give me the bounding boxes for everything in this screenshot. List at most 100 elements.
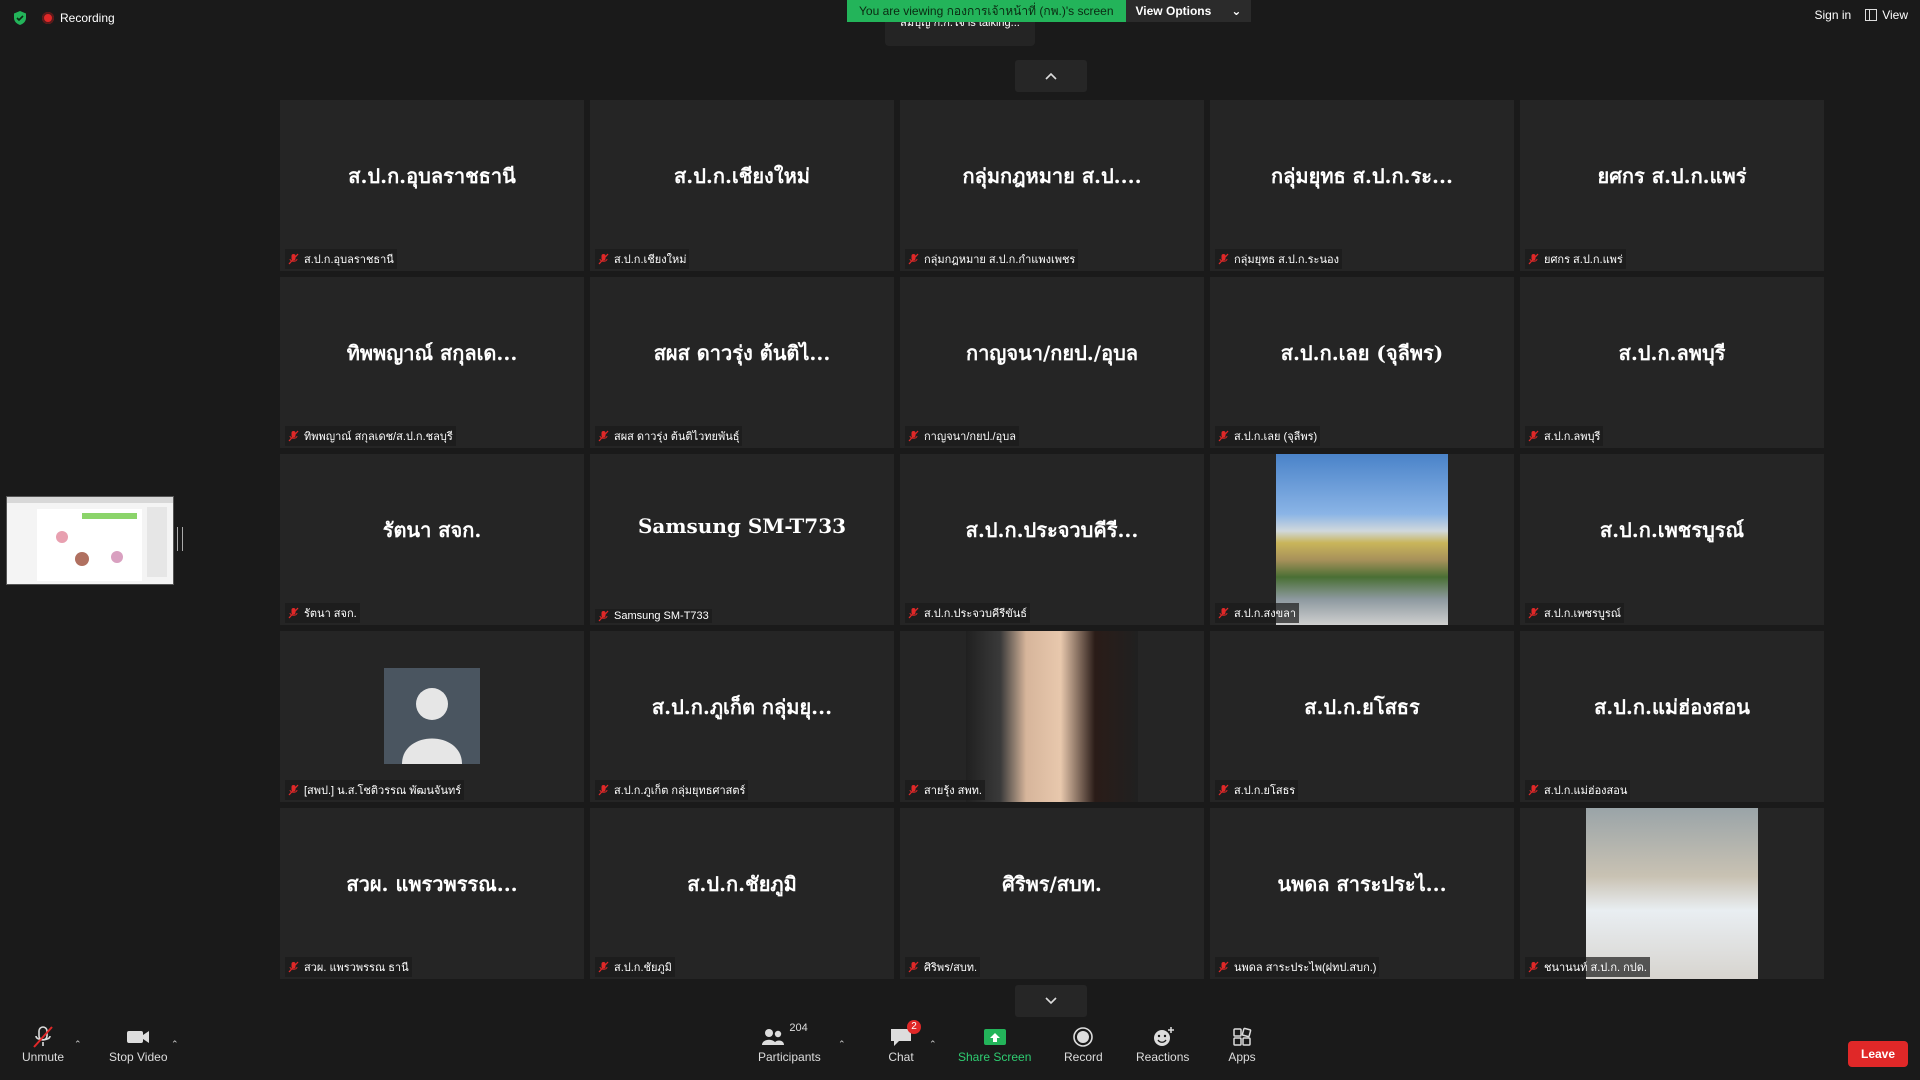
shared-screen-thumbnail[interactable]: [6, 496, 174, 585]
participant-name-label: [สพป.] น.ส.โชติวรรณ พัฒนจันทร์: [304, 785, 462, 797]
mic-muted-icon: [908, 253, 919, 265]
view-options-button[interactable]: View Options ⌄: [1125, 0, 1252, 22]
participant-name-label: ส.ป.ก.เพชรบูรณ์: [1544, 608, 1622, 620]
participant-video-feed: [966, 631, 1138, 802]
participant-name-tag: ส.ป.ก.ชัยภูมิ: [595, 957, 675, 977]
participant-tile[interactable]: Samsung SM-T733 Samsung SM-T733: [590, 454, 894, 625]
participants-caret-icon[interactable]: ⌃: [838, 1039, 846, 1050]
participant-tile[interactable]: ศิริพร/สบท. ศิริพร/สบท.: [900, 808, 1204, 979]
leave-button[interactable]: Leave: [1848, 1041, 1908, 1067]
participant-name-display: ยศกร ส.ป.ก.แพร่: [1597, 164, 1747, 188]
unmute-label: Unmute: [22, 1050, 65, 1064]
thumbnail-toolbar: [7, 497, 173, 503]
participant-tile[interactable]: สวผ. แพรวพรรณ... สวผ. แพรวพรรณ ธานี: [280, 808, 584, 979]
record-icon: [1073, 1027, 1094, 1047]
mic-muted-icon: [908, 961, 919, 973]
participant-tile[interactable]: กลุ่มยุทธ ส.ป.ก.ระ... กลุ่มยุทธ ส.ป.ก.ระน…: [1210, 100, 1514, 271]
mic-muted-icon: [598, 253, 609, 265]
participant-name-display: ส.ป.ก.ชัยภูมิ: [687, 872, 797, 896]
participant-tile[interactable]: ส.ป.ก.สงขลา: [1210, 454, 1514, 625]
page-up-button[interactable]: [1015, 60, 1087, 92]
participant-tile[interactable]: ส.ป.ก.เพชรบูรณ์ ส.ป.ก.เพชรบูรณ์: [1520, 454, 1824, 625]
thumbnail-resize-handle[interactable]: [177, 527, 183, 551]
participant-tile[interactable]: ชนานนท์ ส.ป.ก. กปด.: [1520, 808, 1824, 979]
participant-name-label: ส.ป.ก.ภูเก็ต กลุ่มยุทธศาสตร์: [614, 785, 746, 797]
participants-button[interactable]: 204 Participants: [758, 1022, 821, 1064]
participant-name-tag: สวผ. แพรวพรรณ ธานี: [285, 957, 412, 977]
page-down-button[interactable]: [1015, 985, 1087, 1017]
sign-in-button[interactable]: Sign in: [1815, 8, 1852, 22]
video-options-caret-icon[interactable]: ⌃: [171, 1039, 179, 1050]
top-right-controls: Sign in View: [1815, 8, 1909, 22]
participant-name-label: กาญจนา/กยป./อุบล: [924, 431, 1016, 443]
record-button[interactable]: Record: [1064, 1024, 1103, 1064]
participant-name-tag: ส.ป.ก.เพชรบูรณ์: [1525, 603, 1625, 623]
participant-name-label: Samsung SM-T733: [614, 610, 709, 622]
mic-muted-icon: [33, 1026, 53, 1048]
participant-tile[interactable]: ยศกร ส.ป.ก.แพร่ ยศกร ส.ป.ก.แพร่: [1520, 100, 1824, 271]
view-button[interactable]: View: [1865, 8, 1908, 22]
top-left-status: Recording: [12, 10, 115, 26]
participant-name-label: สายรุ้ง สพท.: [924, 785, 982, 797]
chat-button[interactable]: 2 Chat: [887, 1020, 921, 1064]
participant-name-tag: ชนานนท์ ส.ป.ก. กปด.: [1525, 957, 1650, 977]
participant-video-feed: [1586, 808, 1758, 979]
participant-tile[interactable]: [สพป.] น.ส.โชติวรรณ พัฒนจันทร์: [280, 631, 584, 802]
participant-name-tag: กลุ่มกฎหมาย ส.ป.ก.กำแพงเพชร: [905, 249, 1079, 269]
unmute-button[interactable]: Unmute: [22, 1024, 64, 1064]
mic-muted-icon: [288, 607, 299, 619]
participant-name-display: ส.ป.ก.เลย (จุลีพร): [1280, 341, 1444, 365]
participant-name-display: ส.ป.ก.อุบลราชธานี: [348, 164, 516, 188]
participant-name-label: ส.ป.ก.ยโสธร: [1234, 785, 1296, 797]
participant-tile[interactable]: รัตนา สจก. รัตนา สจก.: [280, 454, 584, 625]
participant-tile[interactable]: ส.ป.ก.เลย (จุลีพร) ส.ป.ก.เลย (จุลีพร): [1210, 277, 1514, 448]
stop-video-label: Stop Video: [109, 1050, 168, 1064]
layout-icon: [1865, 9, 1878, 21]
apps-button[interactable]: Apps: [1228, 1024, 1256, 1064]
participant-name-label: ส.ป.ก.แม่ฮ่องสอน: [1544, 785, 1628, 797]
participant-name-tag: นพดล สาระประไพ(ฝทป.สบก.): [1215, 957, 1380, 977]
reactions-smiley-icon: [1153, 1027, 1174, 1046]
participant-tile[interactable]: ส.ป.ก.แม่ฮ่องสอน ส.ป.ก.แม่ฮ่องสอน: [1520, 631, 1824, 802]
participant-tile[interactable]: ส.ป.ก.ประจวบคีรี... ส.ป.ก.ประจวบคีรีขันธ์: [900, 454, 1204, 625]
shield-icon[interactable]: [12, 10, 28, 26]
participant-name-label: ยศกร ส.ป.ก.แพร่: [1544, 254, 1623, 266]
mic-muted-icon: [908, 607, 919, 619]
mic-muted-icon: [288, 253, 299, 265]
participant-tile[interactable]: กลุ่มกฎหมาย ส.ป.... กลุ่มกฎหมาย ส.ป.ก.กำแ…: [900, 100, 1204, 271]
share-screen-label: Share Screen: [958, 1050, 1032, 1064]
chevron-down-icon: ⌄: [1231, 4, 1242, 18]
participant-name-label: กลุ่มกฎหมาย ส.ป.ก.กำแพงเพชร: [924, 254, 1076, 266]
participant-name-display: ส.ป.ก.ภูเก็ต กลุ่มยุ...: [651, 695, 833, 719]
chat-caret-icon[interactable]: ⌃: [929, 1039, 937, 1050]
participant-name-label: ส.ป.ก.ชัยภูมิ: [614, 962, 672, 974]
viewing-screen-text: You are viewing กองการเจ้าหน้าที่ (กพ.)'…: [847, 0, 1126, 22]
stop-video-button[interactable]: Stop Video: [109, 1024, 168, 1064]
participant-tile[interactable]: ส.ป.ก.ยโสธร ส.ป.ก.ยโสธร: [1210, 631, 1514, 802]
participant-tile[interactable]: สายรุ้ง สพท.: [900, 631, 1204, 802]
apps-label: Apps: [1228, 1050, 1256, 1064]
participant-name-label: กลุ่มยุทธ ส.ป.ก.ระนอง: [1234, 254, 1339, 266]
audio-options-caret-icon[interactable]: ⌃: [74, 1039, 82, 1050]
recording-indicator[interactable]: Recording: [42, 11, 115, 25]
participant-tile[interactable]: สผส ดาวรุ่ง ต้นติไ... สผส ดาวรุ่ง ต้นติไว…: [590, 277, 894, 448]
participant-name-display: ส.ป.ก.แม่ฮ่องสอน: [1594, 695, 1750, 719]
participant-tile[interactable]: กาญจนา/กยป./อุบล กาญจนา/กยป./อุบล: [900, 277, 1204, 448]
chat-unread-badge: 2: [907, 1020, 921, 1034]
participant-tile[interactable]: ส.ป.ก.ลพบุรี ส.ป.ก.ลพบุรี: [1520, 277, 1824, 448]
participant-tile[interactable]: ส.ป.ก.เชียงใหม่ ส.ป.ก.เชียงใหม่: [590, 100, 894, 271]
participant-tile[interactable]: ทิพพญาณ์ สกุลเด... ทิพพญาณ์ สกุลเดช/ส.ป.ก…: [280, 277, 584, 448]
mic-muted-icon: [598, 961, 609, 973]
mic-muted-icon: [1528, 784, 1539, 796]
participant-name-label: ทิพพญาณ์ สกุลเดช/ส.ป.ก.ชลบุรี: [304, 431, 453, 443]
share-screen-button[interactable]: Share Screen: [958, 1024, 1031, 1064]
reactions-button[interactable]: Reactions: [1136, 1024, 1189, 1064]
participant-tile[interactable]: ส.ป.ก.อุบลราชธานี ส.ป.ก.อุบลราชธานี: [280, 100, 584, 271]
participant-tile[interactable]: นพดล สาระประไ... นพดล สาระประไพ(ฝทป.สบก.): [1210, 808, 1514, 979]
participant-tile[interactable]: ส.ป.ก.ภูเก็ต กลุ่มยุ... ส.ป.ก.ภูเก็ต กลุ่…: [590, 631, 894, 802]
participant-tile[interactable]: ส.ป.ก.ชัยภูมิ ส.ป.ก.ชัยภูมิ: [590, 808, 894, 979]
view-label: View: [1882, 8, 1908, 22]
participant-name-tag: ทิพพญาณ์ สกุลเดช/ส.ป.ก.ชลบุรี: [285, 426, 456, 446]
meeting-toolbar: Unmute ⌃ Stop Video ⌃ 204 Participants ⌃: [0, 1018, 1920, 1080]
participants-count: 204: [789, 1022, 808, 1034]
